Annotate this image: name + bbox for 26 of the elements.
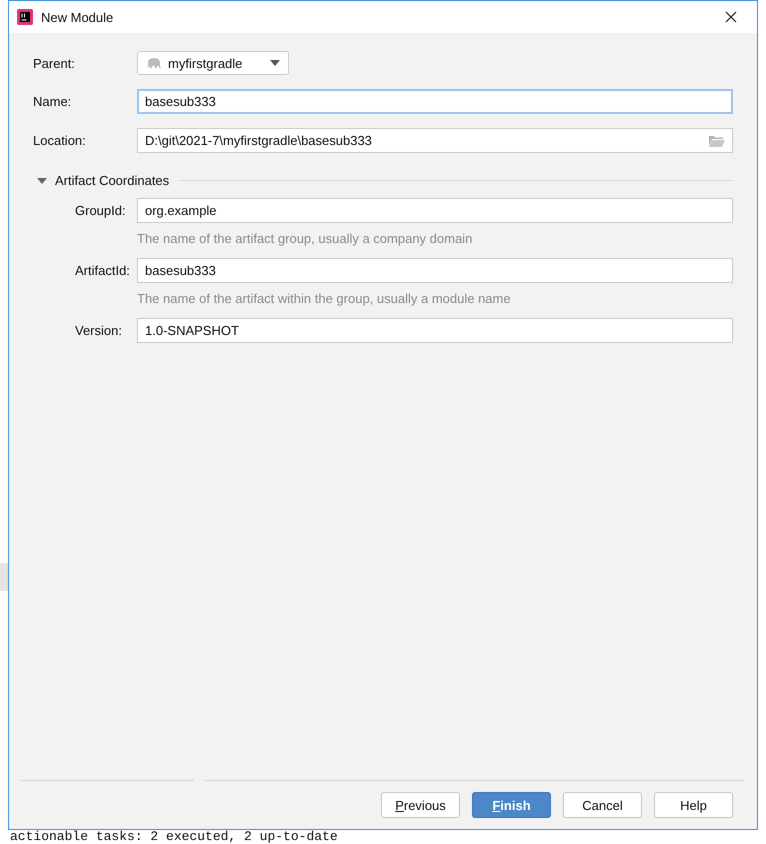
location-field[interactable]: D:\git\2021-7\myfirstgradle\basesub333 <box>137 128 733 153</box>
dialog-button[interactable]: Help <box>654 792 733 818</box>
text-field[interactable]: basesub333 <box>137 258 733 283</box>
text-field[interactable]: org.example <box>137 198 733 223</box>
field-label: GroupId: <box>75 203 127 218</box>
elephant-icon <box>146 57 162 69</box>
field-label: ArtifactId: <box>75 263 131 278</box>
close-icon[interactable] <box>725 11 737 23</box>
field-label: Parent: <box>33 56 76 70</box>
window-title: New Module <box>41 10 114 24</box>
hint-text: The name of the artifact within the group, usually a module name <box>137 291 512 306</box>
field-label: Location: <box>33 133 87 148</box>
hint-text: The name of the artifact group, usually a company domain <box>137 231 474 246</box>
app-logo-icon <box>17 9 33 25</box>
dialog-button[interactable]: Previous <box>381 792 460 818</box>
dialog-button[interactable]: Cancel <box>563 792 642 818</box>
field-label: Name: <box>33 94 72 109</box>
dialog-button[interactable]: Finish <box>472 792 551 818</box>
section-title: Artifact Coordinates <box>55 173 170 188</box>
text-field[interactable]: 1.0-SNAPSHOT <box>137 318 733 343</box>
parent-dropdown[interactable]: myfirstgradle <box>137 51 289 75</box>
field-label: Version: <box>75 323 123 338</box>
collapse-triangle-icon[interactable] <box>37 176 47 186</box>
console-line: actionable tasks: 2 executed, 2 up-to-date <box>9 830 339 844</box>
name-field[interactable]: basesub333 <box>137 89 733 114</box>
caret-icon <box>270 60 280 66</box>
